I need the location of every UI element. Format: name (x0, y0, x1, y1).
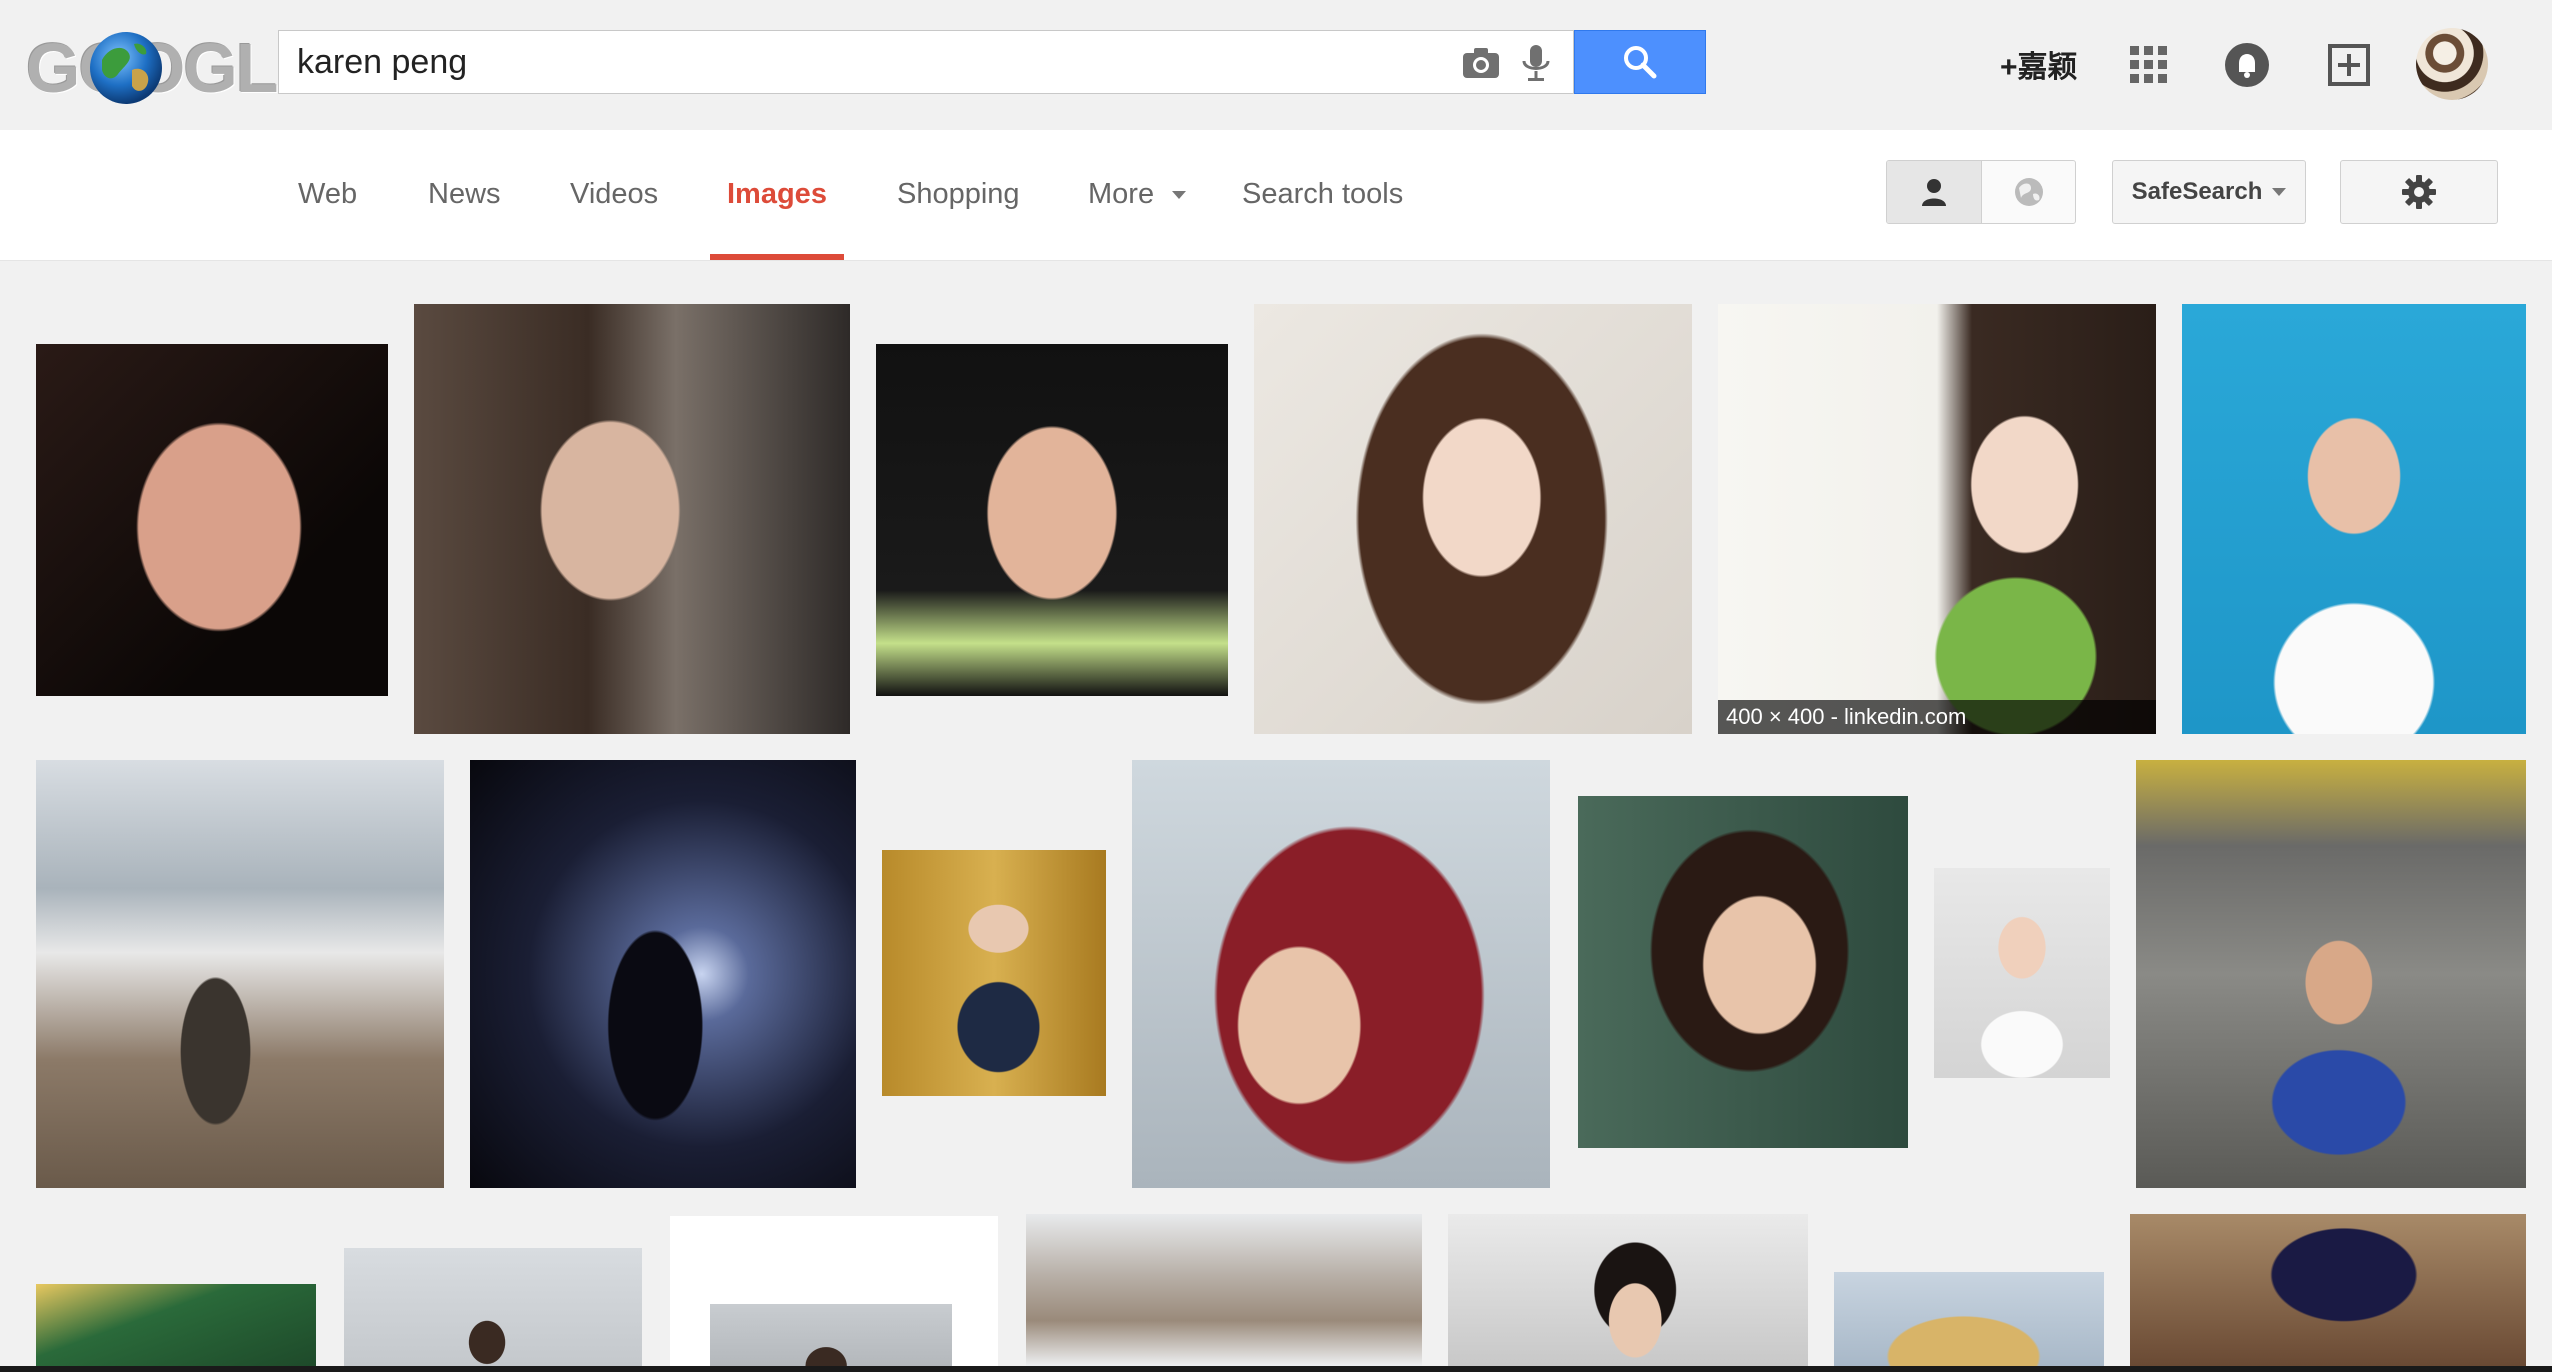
tab-videos[interactable]: Videos (570, 178, 658, 211)
image-result[interactable] (470, 760, 856, 1188)
image-result[interactable] (1026, 1214, 1422, 1366)
logo-text: GOOGLE (26, 29, 323, 107)
notifications-bell-icon[interactable] (2224, 42, 2270, 88)
safesearch-label: SafeSearch (2131, 178, 2263, 205)
caret-down-icon (1172, 191, 1187, 200)
image-result[interactable] (344, 1248, 642, 1366)
gear-icon (2402, 175, 2436, 209)
image-result[interactable]: 400 × 400 - linkedin.com (1718, 304, 2156, 734)
account-avatar[interactable] (2416, 28, 2488, 100)
microphone-icon[interactable] (1519, 43, 1553, 83)
image-result[interactable] (876, 344, 1228, 696)
image-result[interactable] (1254, 304, 1692, 734)
active-tab-indicator (710, 254, 844, 260)
tab-news[interactable]: News (428, 178, 501, 211)
image-result[interactable] (414, 304, 850, 734)
image-result[interactable] (1132, 760, 1550, 1188)
image-result[interactable] (670, 1216, 998, 1366)
search-tabs-bar: Web News Videos Images Shopping More Sea… (0, 130, 2552, 261)
safesearch-dropdown[interactable]: SafeSearch (2112, 160, 2306, 224)
image-result[interactable] (882, 850, 1106, 1096)
search-box[interactable] (278, 30, 1574, 94)
image-result[interactable] (1934, 868, 2110, 1078)
window-bottom-edge (0, 1366, 2552, 1372)
image-result[interactable] (1448, 1214, 1808, 1366)
image-result[interactable] (2182, 304, 2526, 734)
share-plus-icon[interactable] (2326, 42, 2372, 88)
personal-results-button[interactable] (1887, 161, 1982, 223)
tab-web[interactable]: Web (298, 178, 357, 211)
search-input[interactable] (297, 31, 1397, 93)
image-result[interactable] (2136, 760, 2526, 1188)
image-hover-caption: 400 × 400 - linkedin.com (1718, 700, 2156, 734)
person-icon (1922, 179, 1946, 206)
image-result[interactable] (1834, 1272, 2104, 1366)
tab-more-label: More (1088, 178, 1155, 210)
tab-search-tools[interactable]: Search tools (1242, 178, 1403, 211)
caret-down-icon (2272, 188, 2287, 196)
results-view-toggle (1886, 160, 2076, 224)
image-result[interactable] (1578, 796, 1908, 1148)
global-results-button[interactable] (1982, 161, 2075, 223)
image-result[interactable] (2130, 1214, 2526, 1366)
image-result[interactable] (36, 760, 444, 1188)
tab-more[interactable]: More (1088, 178, 1187, 211)
camera-icon[interactable] (1461, 46, 1501, 80)
apps-grid-icon[interactable] (2130, 46, 2168, 84)
top-header: GOOGLE karen peng +嘉颖 (0, 0, 2552, 131)
globe-icon (2015, 178, 2043, 206)
settings-button[interactable] (2340, 160, 2498, 224)
image-result[interactable] (36, 344, 388, 696)
tab-shopping[interactable]: Shopping (897, 178, 1020, 211)
google-images-page: GOOGLE karen peng +嘉颖 Web News Videos Im… (0, 0, 2552, 1372)
image-result[interactable] (36, 1284, 316, 1366)
search-icon (1624, 46, 1657, 79)
google-plus-user-link[interactable]: +嘉颖 (2000, 42, 2078, 86)
search-button[interactable] (1574, 30, 1706, 94)
google-logo[interactable]: GOOGLE (26, 28, 323, 108)
tab-images[interactable]: Images (727, 178, 827, 211)
globe-icon (90, 32, 162, 104)
